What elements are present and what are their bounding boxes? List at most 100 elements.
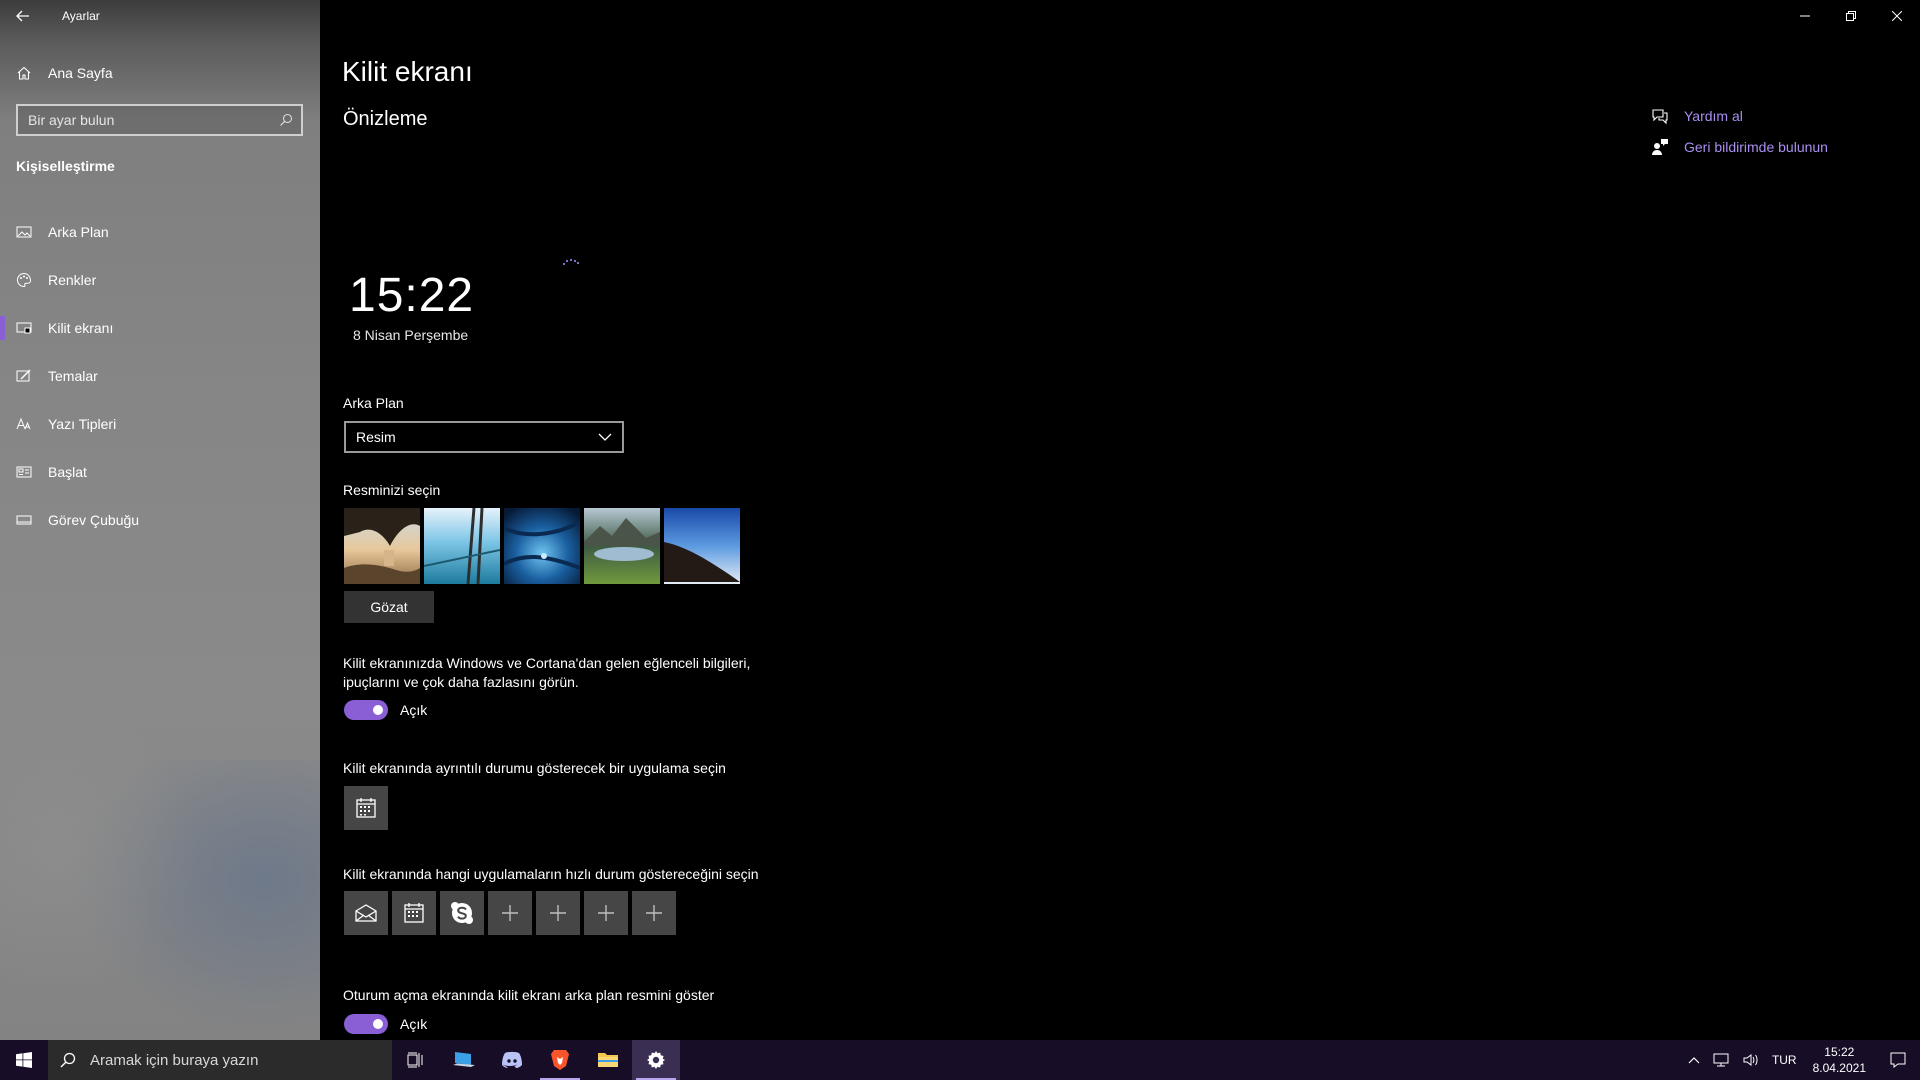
taskbar-clock[interactable]: 15:22 8.04.2021: [1803, 1044, 1876, 1076]
taskbar-app-brave[interactable]: [536, 1040, 584, 1080]
start-button[interactable]: [0, 1040, 48, 1080]
help-chat-icon: [1650, 106, 1670, 126]
related-links: Yardım al Geri bildirimde bulunun: [1650, 100, 1828, 162]
browse-button[interactable]: Gözat: [344, 591, 434, 623]
quick-status-add-button[interactable]: [536, 891, 580, 935]
help-link-label: Yardım al: [1684, 107, 1743, 124]
plus-icon: [646, 905, 662, 921]
feedback-link[interactable]: Geri bildirimde bulunun: [1650, 131, 1828, 162]
taskbar-search[interactable]: Aramak için buraya yazın: [48, 1040, 392, 1080]
taskbar-app-file-explorer[interactable]: [584, 1040, 632, 1080]
lock-screen-icon: [16, 320, 32, 336]
back-button[interactable]: [0, 0, 46, 32]
quick-status-add-button[interactable]: [632, 891, 676, 935]
minimize-icon: [1800, 15, 1810, 17]
action-center-button[interactable]: [1876, 1040, 1920, 1080]
sidebar-item-start[interactable]: Başlat: [0, 448, 320, 496]
picture-thumbnail[interactable]: [504, 508, 580, 584]
input-language-button[interactable]: TUR: [1766, 1040, 1803, 1080]
picture-thumbnail[interactable]: [664, 508, 740, 584]
signin-background-label: Oturum açma ekranında kilit ekranı arka …: [343, 987, 715, 1003]
window-controls: [1782, 0, 1920, 32]
close-button[interactable]: [1874, 0, 1920, 32]
settings-search-input[interactable]: [18, 106, 271, 134]
background-dropdown[interactable]: Resim: [344, 421, 624, 453]
quick-status-add-button[interactable]: [488, 891, 532, 935]
restore-button[interactable]: [1828, 0, 1874, 32]
volume-icon: [1743, 1054, 1758, 1066]
preview-clock: 15:22: [349, 269, 475, 322]
sidebar-item-label: Temalar: [48, 368, 98, 384]
taskbar-app-laptop[interactable]: [440, 1040, 488, 1080]
fun-facts-toggle[interactable]: [344, 700, 388, 720]
sidebar-item-label: Başlat: [48, 464, 87, 480]
brave-browser-icon: [551, 1050, 569, 1070]
taskbar-time: 15:22: [1824, 1045, 1855, 1059]
taskbar-icon: [16, 512, 32, 528]
discord-icon: [502, 1051, 522, 1068]
mail-icon: [355, 904, 377, 922]
quick-status-app-button[interactable]: [344, 891, 388, 935]
sidebar-item-fonts[interactable]: Yazı Tipleri: [0, 400, 320, 448]
quick-status-add-button[interactable]: [584, 891, 628, 935]
picture-thumbnail[interactable]: [584, 508, 660, 584]
restore-icon: [1846, 11, 1856, 21]
preview-heading: Önizleme: [343, 108, 428, 130]
minimize-button[interactable]: [1782, 0, 1828, 32]
sidebar-item-lock-screen[interactable]: Kilit ekranı: [0, 304, 320, 352]
help-link[interactable]: Yardım al: [1650, 100, 1828, 131]
section-title: Kişiselleştirme: [16, 158, 115, 174]
plus-icon: [502, 905, 518, 921]
gear-icon: [647, 1051, 665, 1069]
home-nav-item[interactable]: Ana Sayfa: [0, 56, 320, 90]
preview-date: 8 Nisan Perşembe: [353, 327, 469, 343]
picture-thumbnail[interactable]: [424, 508, 500, 584]
signin-background-state: Açık: [400, 1016, 428, 1032]
picture-thumbnail[interactable]: [344, 508, 420, 584]
taskbar-date: 8.04.2021: [1812, 1061, 1866, 1075]
detailed-status-app-button[interactable]: [344, 786, 388, 830]
taskbar-app-discord[interactable]: [488, 1040, 536, 1080]
fun-facts-toggle-row: Açık: [344, 700, 427, 720]
quick-status-label: Kilit ekranında hangi uygulamaların hızl…: [343, 866, 759, 882]
notification-icon: [1890, 1052, 1906, 1068]
quick-status-apps: [344, 891, 676, 935]
sidebar-item-label: Yazı Tipleri: [48, 416, 117, 432]
taskbar-app-settings[interactable]: [632, 1040, 680, 1080]
app-title: Ayarlar: [62, 9, 100, 23]
network-button[interactable]: [1706, 1040, 1736, 1080]
close-icon: [1892, 11, 1902, 21]
sidebar-item-themes[interactable]: Temalar: [0, 352, 320, 400]
home-icon: [16, 65, 32, 81]
quick-status-app-button[interactable]: [392, 891, 436, 935]
quick-status-app-button[interactable]: [440, 891, 484, 935]
skype-icon: [451, 902, 473, 924]
task-view-button[interactable]: [392, 1040, 440, 1080]
folder-icon: [598, 1053, 618, 1067]
search-icon[interactable]: [271, 106, 301, 134]
background-label: Arka Plan: [343, 395, 404, 411]
settings-search[interactable]: [16, 104, 303, 136]
laptop-app-icon: [453, 1052, 475, 1067]
loading-spinner-icon: [562, 258, 580, 266]
fun-facts-state: Açık: [400, 702, 428, 718]
sidebar-item-background[interactable]: Arka Plan: [0, 208, 320, 256]
show-hidden-icons-button[interactable]: [1682, 1040, 1706, 1080]
sidebar-item-colors[interactable]: Renkler: [0, 256, 320, 304]
back-arrow-icon: [16, 10, 29, 22]
volume-button[interactable]: [1736, 1040, 1766, 1080]
sidebar-item-label: Arka Plan: [48, 224, 109, 240]
sidebar-item-label: Görev Çubuğu: [48, 512, 140, 528]
search-icon: [60, 1052, 76, 1068]
plus-icon: [550, 905, 566, 921]
page-title: Kilit ekranı: [342, 56, 473, 87]
signin-background-toggle[interactable]: [344, 1014, 388, 1034]
calendar-icon: [356, 798, 376, 818]
taskbar: Aramak için buraya yazın TUR 15:22 8.04.…: [0, 1040, 1920, 1080]
settings-sidebar: Ayarlar Ana Sayfa Kişiselleştirme Arka P…: [0, 0, 320, 1040]
picture-thumbnails: [344, 508, 740, 584]
sidebar-item-taskbar[interactable]: Görev Çubuğu: [0, 496, 320, 544]
palette-icon: [16, 272, 32, 288]
detailed-status-label: Kilit ekranında ayrıntılı durumu göstere…: [343, 760, 726, 776]
chevron-up-icon: [1688, 1057, 1700, 1064]
